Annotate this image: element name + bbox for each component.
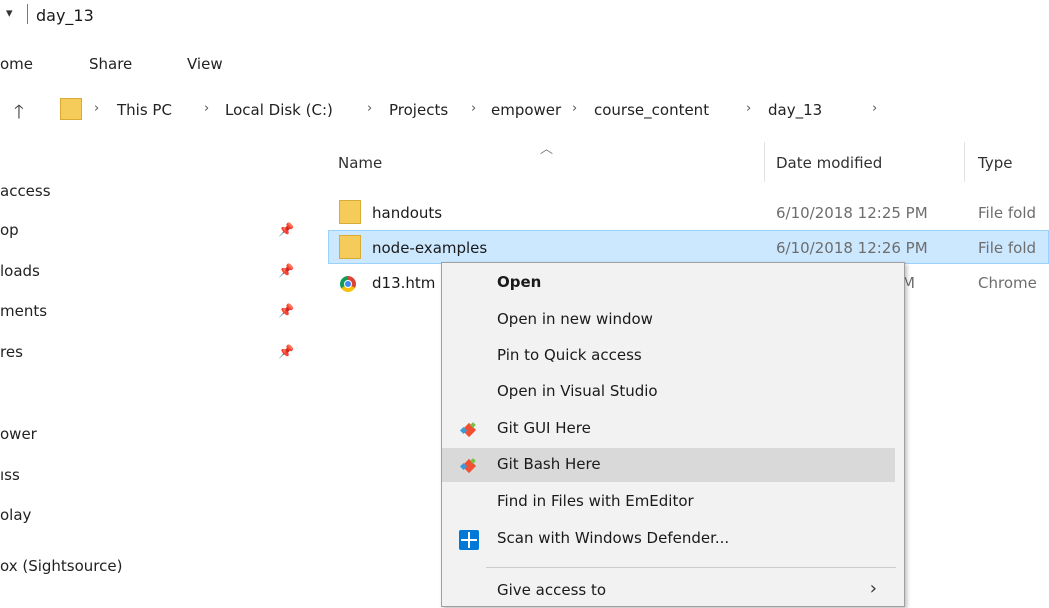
nav-item-pictures[interactable]: res [0,343,23,361]
menu-item-label: Git GUI Here [497,419,591,437]
menu-item-open[interactable]: Open [442,266,895,300]
sort-ascending-icon: ︿ [540,142,554,157]
menu-separator [486,567,896,568]
file-date: 6/10/2018 12:25 PM [776,204,928,222]
column-header-type[interactable]: Type [978,154,1012,172]
git-bash-icon [459,458,477,474]
menu-item-label: Open [497,273,542,291]
nav-item-downloads[interactable]: loads [0,262,40,280]
file-type: Chrome [978,274,1037,292]
file-name-handouts[interactable]: handouts [372,204,442,222]
breadcrumb-chevron-icon[interactable]: › [572,101,577,116]
pin-icon: 📌 [278,264,295,279]
menu-item-label: Give access to [497,581,607,599]
window-title: day_13 [36,6,94,25]
menu-item-git-gui[interactable]: Git GUI Here [442,412,895,446]
menu-item-label: Open in new window [497,310,653,328]
breadcrumb-course-content[interactable]: course_content [594,101,709,119]
menu-item-label: Find in Files with EmEditor [497,492,694,510]
nav-item-quick-access[interactable]: access [0,182,51,200]
quick-access-dropdown-icon[interactable]: ▾ [6,6,13,21]
tab-home[interactable]: ome [0,55,33,73]
menu-item-open-new-window[interactable]: Open in new window [442,303,895,337]
chrome-icon [340,276,356,292]
folder-icon [339,200,361,224]
column-divider[interactable] [964,142,965,182]
menu-item-open-visual-studio[interactable]: Open in Visual Studio [442,375,895,409]
column-header-date[interactable]: Date modified [776,154,882,172]
folder-icon [339,235,361,259]
breadcrumb-projects[interactable]: Projects [389,101,448,119]
breadcrumb-chevron-icon[interactable]: › [872,101,877,116]
submenu-arrow-icon: › [869,578,877,599]
tab-view[interactable]: View [187,55,223,73]
breadcrumb-this-pc[interactable]: This PC [117,101,172,119]
git-gui-icon [459,422,477,438]
pin-icon: 📌 [278,223,295,238]
menu-item-label: Scan with Windows Defender... [497,529,730,547]
nav-item-documents[interactable]: ments [0,302,47,320]
menu-item-pin-quick-access[interactable]: Pin to Quick access [442,339,895,373]
nav-item-desktop[interactable]: op [0,221,19,239]
menu-item-label: Open in Visual Studio [497,382,658,400]
windows-defender-icon [459,530,479,550]
file-name-node-examples[interactable]: node-examples [372,239,487,257]
file-date: 6/10/2018 12:26 PM [776,239,928,257]
breadcrumb-chevron-icon[interactable]: › [471,101,476,116]
menu-item-scan-defender[interactable]: Scan with Windows Defender... [442,522,895,556]
breadcrumb-day-13[interactable]: day_13 [768,101,822,119]
pin-icon: 📌 [278,304,295,319]
up-arrow-icon[interactable]: 🡑 [14,98,24,130]
file-type: File fold [978,204,1037,222]
context-menu: Open Open in new window Pin to Quick acc… [441,262,905,607]
nav-item-empower[interactable]: ower [0,425,37,443]
title-separator [27,4,28,24]
menu-item-label: Git Bash Here [497,455,601,473]
pin-icon: 📌 [278,345,295,360]
menu-item-git-bash[interactable]: Git Bash Here [442,448,895,482]
breadcrumb-local-disk[interactable]: Local Disk (C:) [225,101,333,119]
column-divider[interactable] [764,142,765,182]
nav-item-ss[interactable]: ıss [0,466,20,484]
menu-item-label: Pin to Quick access [497,346,642,364]
breadcrumb-chevron-icon[interactable]: › [746,101,751,116]
tab-share[interactable]: Share [89,55,132,73]
menu-item-find-emeditor[interactable]: Find in Files with EmEditor [442,485,895,519]
breadcrumb-chevron-icon[interactable]: › [367,101,372,116]
breadcrumb-chevron-icon[interactable]: › [94,101,99,116]
breadcrumb-chevron-icon[interactable]: › [204,101,209,116]
menu-item-give-access[interactable]: Give access to › [442,574,895,608]
file-type: File fold [978,239,1037,257]
breadcrumb-empower[interactable]: empower [491,101,561,119]
nav-item-dropbox[interactable]: ox (Sightsource) [0,557,122,575]
column-header-name[interactable]: Name [338,154,382,172]
file-name-d13-htm[interactable]: d13.htm [372,274,435,292]
nav-item-display[interactable]: olay [0,506,31,524]
folder-icon [60,98,82,120]
